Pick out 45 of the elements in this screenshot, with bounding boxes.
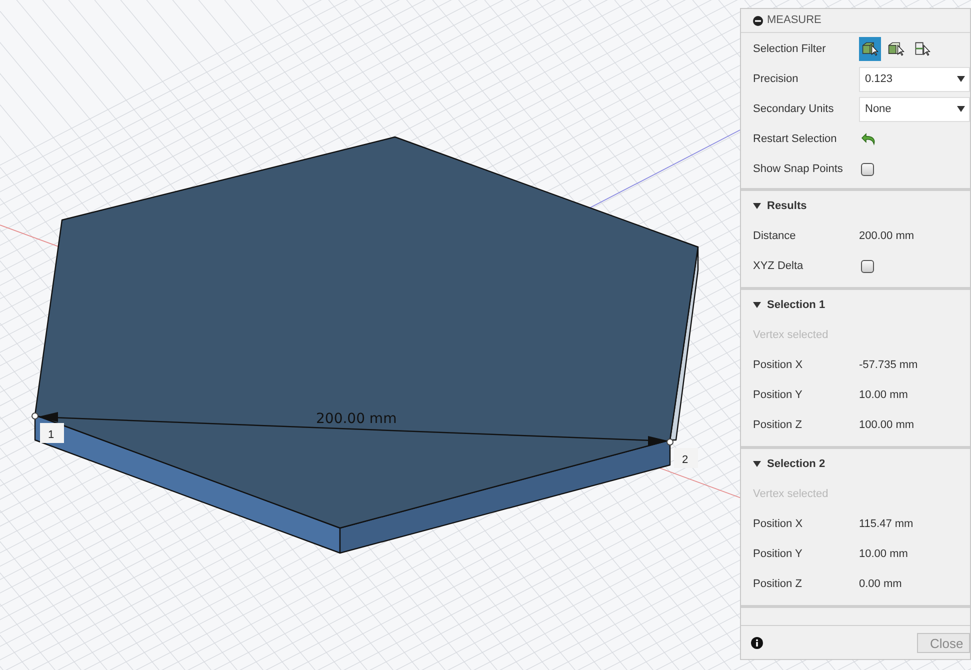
body-filter-icon — [861, 40, 879, 58]
expand-caret-icon[interactable] — [753, 301, 761, 309]
panel-title: MEASURE — [767, 13, 822, 28]
section-title: Selection 2 — [767, 456, 826, 472]
result-label: Position Z — [753, 576, 803, 592]
result-label: Position Y — [753, 388, 804, 403]
dimension-text: 200.00 mm — [316, 411, 397, 427]
expand-caret-icon[interactable] — [753, 460, 761, 468]
setting-label: Restart Selection — [753, 132, 838, 147]
result-label: Distance — [753, 228, 797, 244]
collapse-icon[interactable] — [753, 16, 763, 26]
result-label: Position Y — [753, 546, 804, 562]
result-value: 10.00 mm — [859, 546, 908, 562]
setting-label: Show Snap Points — [753, 162, 844, 177]
result-value: -57.735 mm — [859, 358, 918, 373]
result-value: 10.00 mm — [859, 388, 908, 403]
result-value: 100.00 mm — [859, 418, 914, 433]
result-label: Position Z — [753, 418, 803, 433]
checkbox[interactable] — [861, 162, 874, 176]
edge-filter-icon — [913, 40, 931, 58]
result-label: Position X — [753, 516, 804, 532]
face-filter-icon — [887, 40, 905, 58]
filter-button[interactable] — [859, 37, 881, 61]
dropdown[interactable]: 0.123 — [859, 66, 970, 92]
dropdown[interactable]: None — [859, 96, 970, 122]
info-icon[interactable] — [751, 636, 763, 648]
hint-text: Vertex selected — [753, 486, 828, 502]
undo-arrow-icon[interactable] — [861, 131, 877, 147]
result-value: 115.47 mm — [859, 516, 914, 532]
point-label: 2 — [674, 448, 698, 468]
hint-text: Vertex selected — [753, 328, 828, 343]
checkbox[interactable] — [861, 260, 874, 272]
expand-caret-icon[interactable] — [753, 202, 761, 210]
setting-label: Secondary Units — [753, 102, 835, 117]
result-label: XYZ Delta — [753, 258, 804, 274]
caret-icon — [957, 76, 965, 82]
setting-label: Precision — [753, 72, 800, 87]
result-value: 0.00 mm — [859, 576, 902, 592]
caret-icon — [957, 106, 965, 112]
point-label: 1 — [40, 423, 64, 443]
setting-label: Selection Filter — [753, 42, 827, 57]
section-title: Results — [767, 198, 807, 214]
section-title: Selection 1 — [767, 298, 826, 313]
result-value: 200.00 mm — [859, 228, 914, 244]
result-label: Position X — [753, 358, 804, 373]
